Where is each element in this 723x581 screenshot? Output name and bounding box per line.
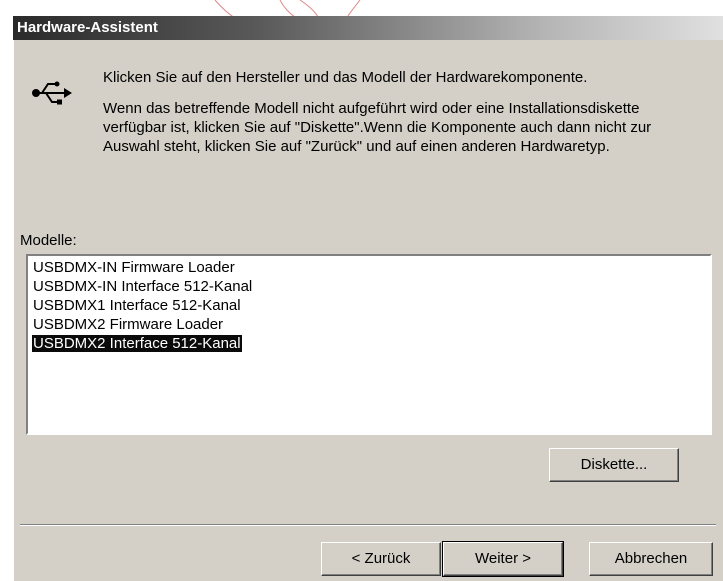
- list-item[interactable]: USBDMX-IN Firmware Loader: [30, 258, 708, 277]
- list-item[interactable]: USBDMX1 Interface 512-Kanal: [30, 296, 708, 315]
- models-listbox[interactable]: USBDMX-IN Firmware Loader USBDMX-IN Inter…: [26, 254, 712, 435]
- list-item[interactable]: USBDMX2 Interface 512-Kanal: [30, 334, 708, 353]
- button-separator: [20, 524, 716, 526]
- diskette-button[interactable]: Diskette...: [549, 448, 679, 482]
- list-item-label: USBDMX2 Interface 512-Kanal: [32, 335, 242, 352]
- models-label: Modelle:: [20, 232, 77, 249]
- next-button[interactable]: Weiter >: [442, 541, 564, 577]
- window-title: Hardware-Assistent: [13, 16, 723, 40]
- list-item-label: USBDMX-IN Firmware Loader: [33, 259, 235, 276]
- list-item-label: USBDMX1 Interface 512-Kanal: [33, 297, 241, 314]
- hardware-wizard-dialog: Hardware-Assistent Klicken Sie auf den H…: [13, 16, 723, 581]
- cancel-button[interactable]: Abbrechen: [589, 542, 713, 576]
- list-item-label: USBDMX2 Firmware Loader: [33, 316, 224, 333]
- list-item[interactable]: USBDMX-IN Interface 512-Kanal: [30, 277, 708, 296]
- instruction-text: Klicken Sie auf den Hersteller und das M…: [103, 68, 703, 168]
- list-item-label: USBDMX-IN Interface 512-Kanal: [33, 278, 253, 295]
- list-item[interactable]: USBDMX2 Firmware Loader: [30, 315, 708, 334]
- instruction-line-1: Klicken Sie auf den Hersteller und das M…: [103, 69, 588, 86]
- back-button[interactable]: < Zurück: [321, 542, 441, 576]
- instruction-line-2: Wenn das betreffende Modell nicht aufgef…: [103, 100, 652, 155]
- usb-icon: [32, 81, 72, 105]
